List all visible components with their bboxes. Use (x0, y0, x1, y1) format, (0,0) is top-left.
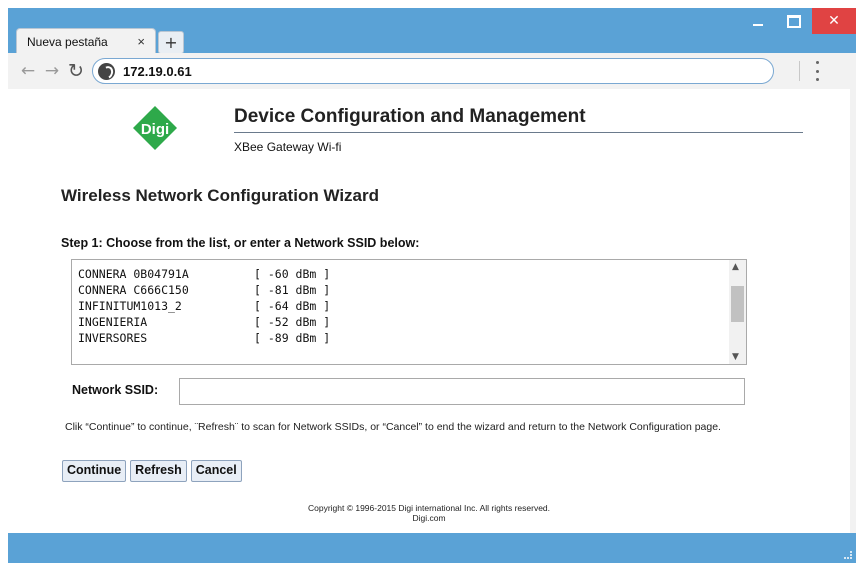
page-title: Device Configuration and Management (234, 106, 586, 127)
scroll-up-icon[interactable]: ▲ (732, 262, 739, 272)
desktop-background (0, 0, 856, 8)
network-signal: [ -60 dBm ] (254, 267, 331, 281)
svg-text:Digi: Digi (141, 121, 169, 138)
tab-close-icon[interactable]: × (137, 34, 145, 49)
browser-viewport: ← → ↻ 172.19.0.61 Digi Device Configurat… (8, 53, 856, 533)
url-text: 172.19.0.61 (123, 63, 192, 79)
network-listbox[interactable]: CONNERA 0B04791A [ -60 dBm ] CONNERA C666… (71, 259, 747, 365)
address-bar[interactable]: 172.19.0.61 (92, 58, 774, 84)
cancel-button[interactable]: Cancel (190, 460, 242, 482)
network-ssid: CONNERA 0B04791A (78, 267, 189, 281)
step-instructions: Step 1: Choose from the list, or enter a… (61, 236, 420, 250)
network-list-item[interactable]: CONNERA C666C150 [ -81 dBm ] (78, 282, 330, 298)
network-ssid: CONNERA C666C150 (78, 283, 189, 297)
close-window-button[interactable]: ✕ (812, 8, 856, 34)
wizard-buttons: Continue Refresh Cancel (62, 460, 242, 482)
listbox-scrollbar[interactable]: ▲ ▼ (729, 260, 746, 364)
digi-link[interactable]: Digi.com (8, 513, 850, 523)
network-signal: [ -81 dBm ] (254, 283, 331, 297)
network-ssid: INVERSORES (78, 331, 148, 345)
network-list: CONNERA 0B04791A [ -60 dBm ] CONNERA C666… (78, 266, 330, 346)
page-content: Digi Device Configuration and Management… (8, 89, 850, 533)
footer: Copyright © 1996-2015 Digi international… (8, 503, 850, 523)
browser-tab[interactable]: Nueva pestaña × (16, 28, 156, 54)
close-icon: ✕ (828, 13, 840, 29)
network-list-item[interactable]: INFINITUM1013_2 [ -64 dBm ] (78, 298, 330, 314)
copyright-text: Copyright © 1996-2015 Digi international… (307, 503, 551, 513)
browser-window: ✕ Nueva pestaña × + ← → ↻ 172.19.0.61 Di… (8, 8, 856, 563)
window-controls: ✕ (740, 8, 856, 38)
wizard-title: Wireless Network Configuration Wizard (61, 186, 380, 205)
network-ssid: INGENIERIA (78, 315, 148, 329)
header-divider (234, 132, 803, 133)
resize-grip[interactable] (844, 551, 852, 559)
tab-title: Nueva pestaña (27, 34, 108, 49)
network-list-item[interactable]: INGENIERIA [ -52 dBm ] (78, 314, 330, 330)
scroll-down-icon[interactable]: ▼ (732, 352, 739, 362)
device-name: XBee Gateway Wi-fi (234, 140, 342, 154)
network-ssid: INFINITUM1013_2 (78, 299, 182, 313)
globe-icon (98, 62, 115, 80)
network-list-item[interactable]: CONNERA 0B04791A [ -60 dBm ] (78, 266, 330, 282)
digi-logo: Digi (133, 106, 177, 150)
browser-toolbar: ← → ↻ 172.19.0.61 (8, 53, 856, 89)
maximize-icon (787, 14, 801, 28)
maximize-button[interactable] (776, 8, 812, 34)
network-ssid-label: Network SSID: (72, 383, 159, 397)
toolbar-divider (799, 61, 800, 81)
minimize-button[interactable] (740, 8, 776, 34)
help-text: Clik “Continue” to continue, ¨Refresh¨ t… (65, 421, 721, 433)
reload-icon[interactable]: ↻ (66, 61, 86, 81)
network-list-item[interactable]: INVERSORES [ -89 dBm ] (78, 330, 330, 346)
continue-button[interactable]: Continue (62, 460, 127, 482)
network-ssid-input[interactable] (179, 378, 745, 405)
new-tab-button[interactable]: + (158, 31, 184, 54)
minimize-icon (753, 24, 763, 26)
network-signal: [ -52 dBm ] (254, 315, 331, 329)
network-signal: [ -89 dBm ] (254, 331, 331, 345)
back-arrow-icon[interactable]: ← (18, 61, 38, 81)
network-signal: [ -64 dBm ] (254, 299, 331, 313)
menu-icon[interactable] (816, 61, 820, 81)
refresh-button[interactable]: Refresh (130, 460, 187, 482)
forward-arrow-icon[interactable]: → (42, 61, 62, 81)
scrollbar-thumb[interactable] (731, 286, 744, 322)
